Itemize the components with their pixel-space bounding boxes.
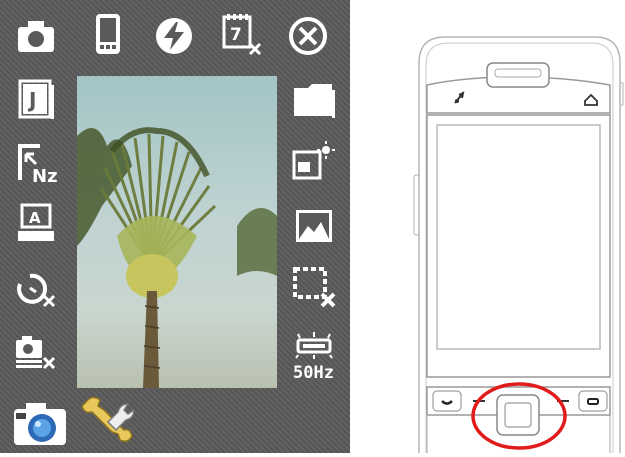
close-icon[interactable] <box>286 14 330 58</box>
burst-off-icon[interactable] <box>14 330 58 374</box>
folder-icon[interactable] <box>292 78 336 122</box>
camera-viewfinder <box>77 76 277 388</box>
camera-shutter-icon[interactable] <box>12 398 68 450</box>
right-softkey[interactable] <box>578 390 608 412</box>
resolution-icon[interactable]: Nz <box>14 140 58 184</box>
viewfinder-image <box>77 127 277 388</box>
frame-off-icon[interactable] <box>292 264 336 308</box>
brightness-icon[interactable] <box>292 140 336 184</box>
svg-text:J: J <box>27 88 36 112</box>
phone-device-icon[interactable] <box>86 12 130 56</box>
jpeg-format-icon[interactable]: J <box>14 78 58 122</box>
date-stamp-off-icon[interactable]: 7 <box>220 12 264 56</box>
flicker-label: 50Hz <box>293 363 334 382</box>
flash-icon[interactable] <box>152 14 196 58</box>
phone-diagram <box>405 35 625 453</box>
scene-auto-icon[interactable]: A <box>14 200 58 244</box>
self-timer-off-icon[interactable] <box>14 268 58 312</box>
image-quality-icon[interactable] <box>292 204 336 248</box>
settings-wrench-icon[interactable] <box>78 392 134 448</box>
svg-text:7: 7 <box>230 25 242 45</box>
camera-mode-icon[interactable] <box>14 14 58 58</box>
left-softkey[interactable] <box>432 390 462 412</box>
svg-text:Nz: Nz <box>32 166 58 184</box>
camera-app-screen: 7 J Nz A 50Hz <box>0 0 350 453</box>
flicker-icon[interactable]: 50Hz <box>292 330 336 382</box>
svg-text:A: A <box>29 209 41 227</box>
